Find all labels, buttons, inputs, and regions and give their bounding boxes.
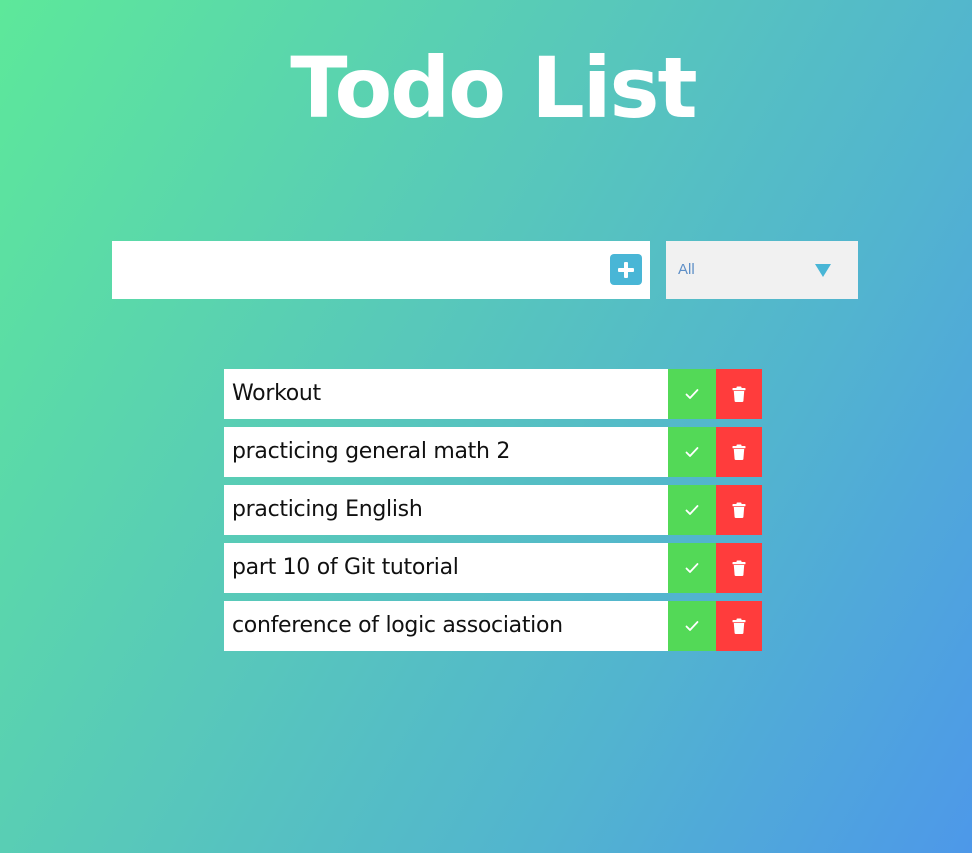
check-icon [685, 389, 699, 399]
plus-icon [618, 261, 634, 278]
trash-icon [732, 560, 746, 576]
caret-down-icon [815, 264, 831, 277]
todo-item: Workout [224, 369, 762, 419]
complete-button[interactable] [668, 601, 716, 651]
todo-item: conference of logic association [224, 601, 762, 651]
add-todo-button[interactable] [610, 254, 642, 285]
check-icon [685, 563, 699, 573]
delete-button[interactable] [716, 485, 762, 535]
filter-select[interactable]: All [666, 241, 858, 299]
trash-icon [732, 618, 746, 634]
complete-button[interactable] [668, 369, 716, 419]
check-icon [685, 447, 699, 457]
complete-button[interactable] [668, 543, 716, 593]
trash-icon [732, 444, 746, 460]
trash-icon [732, 386, 746, 402]
todo-text: practicing general math 2 [232, 439, 511, 464]
delete-button[interactable] [716, 601, 762, 651]
todo-input[interactable] [112, 241, 602, 299]
check-icon [685, 505, 699, 515]
delete-button[interactable] [716, 369, 762, 419]
todo-list: Workout practicing general math 2 practi… [224, 369, 762, 659]
add-todo-form [112, 241, 650, 299]
trash-icon [732, 502, 746, 518]
check-icon [685, 621, 699, 631]
todo-text: Workout [232, 381, 321, 406]
todo-text: practicing English [232, 497, 423, 522]
todo-item: practicing English [224, 485, 762, 535]
todo-item: practicing general math 2 [224, 427, 762, 477]
delete-button[interactable] [716, 427, 762, 477]
delete-button[interactable] [716, 543, 762, 593]
complete-button[interactable] [668, 485, 716, 535]
complete-button[interactable] [668, 427, 716, 477]
todo-item: part 10 of Git tutorial [224, 543, 762, 593]
todo-text: conference of logic association [232, 613, 563, 638]
todo-text: part 10 of Git tutorial [232, 555, 459, 580]
page-title: Todo List [290, 39, 697, 137]
filter-selected-value: All [678, 261, 695, 278]
